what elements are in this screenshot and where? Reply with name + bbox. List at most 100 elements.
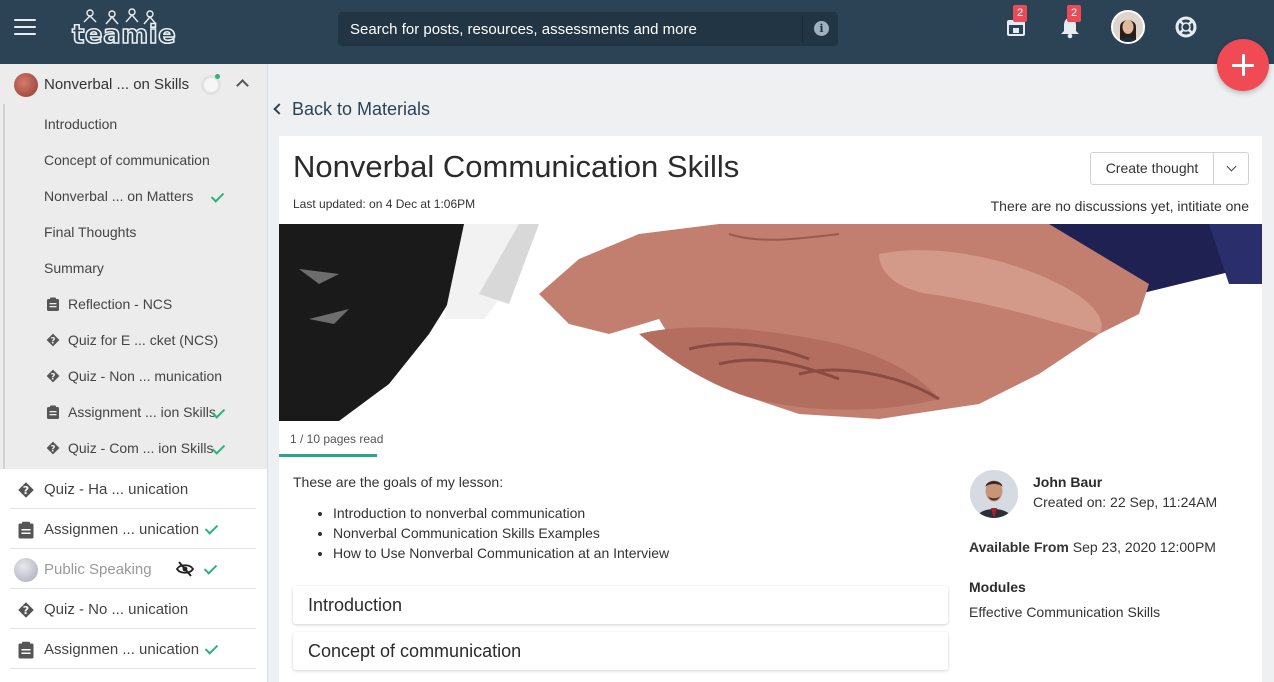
svg-text:?: ? [23, 604, 29, 617]
author-name[interactable]: John Baur [1033, 474, 1102, 490]
sidebar-subitem-quiz-e[interactable]: ? Quiz for E ... cket (NCS) [0, 322, 267, 358]
last-updated: Last updated: on 4 Dec at 1:06PM [293, 197, 476, 211]
sidebar-item-label: Assignmen ... unication [44, 521, 200, 538]
sidebar-subitem-summary[interactable]: Summary [0, 250, 267, 286]
sidebar-subitem-label: Summary [44, 260, 104, 276]
create-thought-dropdown[interactable] [1213, 152, 1249, 185]
goals-list: Introduction to nonverbal communication … [333, 503, 669, 563]
info-icon: i [814, 21, 829, 36]
svg-text:?: ? [23, 484, 29, 497]
clipboard-icon [47, 405, 59, 419]
sidebar-subitem-concept[interactable]: Concept of communication [0, 142, 267, 178]
section-introduction[interactable]: Introduction [293, 586, 948, 624]
eye-slash-icon [176, 561, 194, 577]
sidebar-subitem-label: Nonverbal ... on Matters [44, 188, 194, 204]
sidebar-group-title: Nonverbal ... on Skills [44, 76, 190, 93]
goals-intro: These are the goals of my lesson: [293, 474, 504, 490]
lesson-card: Nonverbal Communication Skills Last upda… [279, 136, 1262, 682]
sidebar-subitem-label: Quiz - Com ... ion Skills [68, 440, 214, 456]
pages-read-label: 1 / 10 pages read [290, 432, 384, 446]
sidebar-subitem-reflection[interactable]: Reflection - NCS [0, 286, 267, 322]
available-from: Available From Sep 23, 2020 12:00PM [969, 539, 1216, 555]
sidebar-subitem-assignment[interactable]: Assignment ... ion Skills [0, 394, 267, 430]
clipboard-icon [18, 641, 34, 659]
handshake-image [279, 224, 1262, 421]
sidebar-item-label: Quiz - Ha ... unication [44, 481, 189, 498]
clipboard-icon [18, 521, 34, 539]
schedule-button[interactable]: 2 [1003, 5, 1031, 42]
progress-ring-icon [201, 74, 221, 95]
quiz-icon: ? [18, 482, 34, 498]
pages-read-progress-bar [279, 454, 377, 457]
notifications-badge: 2 [1067, 5, 1081, 22]
check-icon [210, 190, 224, 204]
sidebar-subitem-label: Assignment ... ion Skills [68, 404, 216, 420]
chevron-left-icon [273, 103, 285, 115]
discussion-status: There are no discussions yet, intitiate … [990, 198, 1249, 214]
lesson-cover-image [279, 224, 1262, 421]
goal-item: Nonverbal Communication Skills Examples [333, 523, 669, 543]
search-bar[interactable]: Search for posts, resources, assessments… [338, 12, 838, 46]
back-link-label: Back to Materials [292, 99, 431, 119]
goal-item: How to Use Nonverbal Communication at an… [333, 543, 669, 563]
page-title: Nonverbal Communication Skills [293, 149, 740, 184]
user-photo-icon [1113, 12, 1143, 42]
sidebar-subitem-quiz-non[interactable]: ? Quiz - Non ... munication [0, 358, 267, 394]
schedule-badge: 2 [1013, 5, 1027, 22]
module-link[interactable]: Effective Communication Skills [969, 604, 1160, 620]
modules-heading: Modules [969, 579, 1026, 595]
create-thought-button[interactable]: Create thought [1090, 152, 1214, 185]
divider [10, 668, 256, 669]
svg-text:?: ? [50, 372, 55, 382]
sidebar-item-quiz-ha[interactable]: ? Quiz - Ha ... unication [0, 469, 267, 509]
author-photo-icon [970, 470, 1018, 518]
user-avatar[interactable] [1111, 10, 1145, 44]
lifebuoy-icon [1175, 16, 1197, 38]
sidebar-subitem-label: Quiz - Non ... munication [68, 368, 223, 384]
search-placeholder[interactable]: Search for posts, resources, assessments… [350, 21, 697, 38]
teamie-logo[interactable]: teamie [71, 8, 177, 51]
check-icon [204, 642, 218, 656]
clipboard-icon [47, 297, 59, 311]
sidebar-item-quiz-no[interactable]: ? Quiz - No ... unication [0, 589, 267, 629]
chevron-up-icon[interactable] [236, 79, 249, 92]
sidebar-subitem-final-thoughts[interactable]: Final Thoughts [0, 214, 267, 250]
sidebar-subitem-quiz-com[interactable]: ? Quiz - Com ... ion Skills [0, 430, 267, 466]
add-button[interactable] [1217, 39, 1269, 91]
quiz-icon: ? [46, 369, 60, 383]
svg-text:?: ? [50, 336, 55, 346]
sidebar-subitem-label: Introduction [44, 116, 118, 132]
check-icon [203, 562, 217, 576]
sidebar-item-assignment-2[interactable]: Assignmen ... unication [0, 629, 267, 669]
created-on: Created on: 22 Sep, 11:24AM [1033, 494, 1218, 510]
section-concept-of-communication[interactable]: Concept of communication [293, 632, 948, 670]
menu-icon[interactable] [14, 19, 36, 37]
sidebar-item-assignment-1[interactable]: Assignmen ... unication [0, 509, 267, 549]
sidebar-subitem-label: Quiz for E ... cket (NCS) [68, 332, 219, 348]
section-title: Concept of communication [308, 641, 522, 661]
lesson-thumbnail [14, 73, 38, 97]
notifications-button[interactable]: 2 [1057, 5, 1085, 42]
goal-item: Introduction to nonverbal communication [333, 503, 669, 523]
sidebar-item-label: Assignmen ... unication [44, 641, 200, 658]
quiz-icon: ? [46, 333, 60, 347]
help-button[interactable] [1173, 14, 1201, 42]
sidebar-group-header[interactable]: Nonverbal ... on Skills [0, 64, 267, 104]
available-from-label: Available From [969, 539, 1069, 555]
author-avatar[interactable] [970, 470, 1018, 518]
sidebar-subitem-label: Final Thoughts [44, 224, 137, 240]
check-icon [211, 406, 225, 420]
quiz-icon: ? [46, 441, 60, 455]
sidebar-item-label: Quiz - No ... unication [44, 601, 189, 618]
lesson-thumbnail [14, 558, 38, 582]
sidebar-group-nonverbal: Nonverbal ... on Skills Introduction Con… [0, 64, 267, 469]
search-info-button[interactable]: i [802, 16, 838, 42]
sidebar-item-label: Public Speaking [44, 561, 152, 578]
sidebar-item-public-speaking[interactable]: Public Speaking [0, 549, 267, 589]
top-bar: teamie Search for posts, resources, asse… [0, 0, 1274, 64]
logo-text: teamie [71, 19, 177, 51]
sidebar-subitem-introduction[interactable]: Introduction [0, 106, 267, 142]
sidebar-subitem-label: Concept of communication [44, 152, 210, 168]
sidebar-subitem-nonverbal-matters[interactable]: Nonverbal ... on Matters [0, 178, 267, 214]
sidebar: Nonverbal ... on Skills Introduction Con… [0, 64, 268, 682]
